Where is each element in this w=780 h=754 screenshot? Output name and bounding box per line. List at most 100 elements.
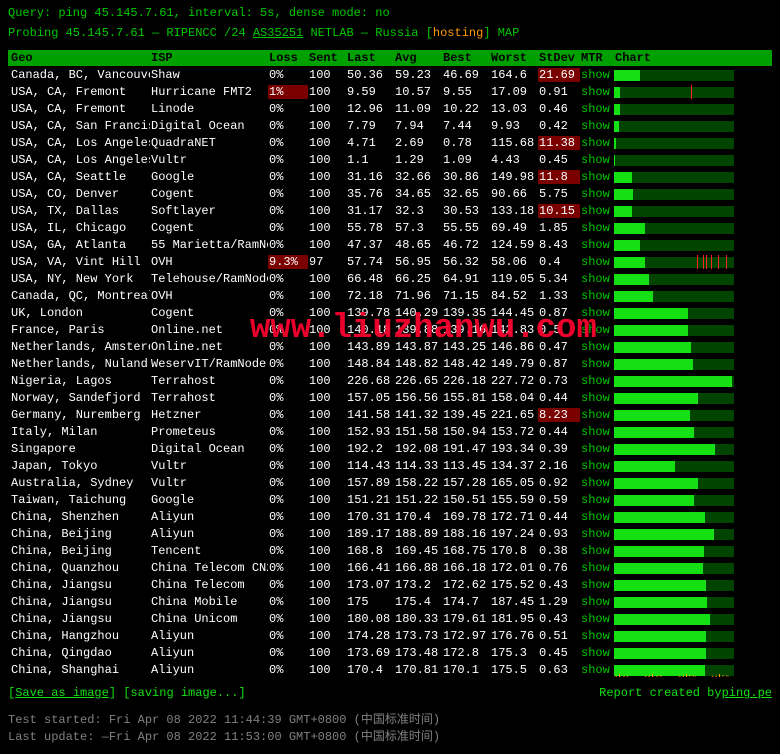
asn-link[interactable]: AS35251 (253, 26, 303, 40)
mtr-show-link[interactable]: show (580, 136, 614, 150)
mtr-show-link[interactable]: show (580, 323, 614, 337)
loss-cell: 0% (268, 578, 308, 592)
latency-chart (614, 306, 734, 320)
mtr-show-link[interactable]: show (580, 544, 614, 558)
isp-cell: China Telecom CN2 (150, 561, 268, 575)
mtr-show-link[interactable]: show (580, 391, 614, 405)
mtr-show-link[interactable]: show (580, 527, 614, 541)
mtr-show-link[interactable]: show (580, 408, 614, 422)
mtr-show-link[interactable]: show (580, 153, 614, 167)
mtr-show-link[interactable]: show (580, 510, 614, 524)
latency-chart (614, 374, 734, 388)
mtr-show-link[interactable]: show (580, 255, 614, 269)
table-row: Nigeria, LagosTerrahost0%100226.68226.65… (8, 372, 772, 389)
col-chart[interactable]: Chart (614, 51, 734, 65)
mtr-show-link[interactable]: show (580, 187, 614, 201)
sent-cell: 100 (308, 340, 346, 354)
best-cell: 113.45 (442, 459, 490, 473)
mtr-show-link[interactable]: show (580, 595, 614, 609)
mtr-show-link[interactable]: show (580, 340, 614, 354)
avg-cell: 139.88 (394, 323, 442, 337)
geo-cell: Singapore (10, 442, 150, 456)
isp-cell: Tencent (150, 544, 268, 558)
col-worst[interactable]: Worst (490, 51, 538, 65)
best-cell: 30.86 (442, 170, 490, 184)
latency-chart (614, 136, 734, 150)
sent-cell: 100 (308, 442, 346, 456)
sent-cell: 100 (308, 85, 346, 99)
col-isp[interactable]: ISP (150, 51, 268, 65)
mtr-show-link[interactable]: show (580, 612, 614, 626)
geo-cell: Canada, QC, Montreal (10, 289, 150, 303)
mtr-show-link[interactable]: show (580, 663, 614, 677)
geo-cell: Germany, Nuremberg (10, 408, 150, 422)
table-row: USA, CA, FremontLinode0%10012.9611.0910.… (8, 100, 772, 117)
mtr-show-link[interactable]: show (580, 476, 614, 490)
col-mtr[interactable]: MTR (580, 51, 614, 65)
geo-cell: Taiwan, Taichung (10, 493, 150, 507)
mtr-show-link[interactable]: show (580, 459, 614, 473)
last-cell: 7.79 (346, 119, 394, 133)
stdev-cell: 10.15 (538, 204, 580, 218)
last-cell: 66.48 (346, 272, 394, 286)
avg-cell: 114.33 (394, 459, 442, 473)
geo-cell: USA, NY, New York (10, 272, 150, 286)
col-last[interactable]: Last (346, 51, 394, 65)
col-sent[interactable]: Sent (308, 51, 346, 65)
geo-cell: USA, TX, Dallas (10, 204, 150, 218)
worst-cell: 149.79 (490, 357, 538, 371)
mtr-show-link[interactable]: show (580, 102, 614, 116)
col-geo[interactable]: Geo (10, 51, 150, 65)
loss-cell: 1% (268, 85, 308, 99)
mtr-show-link[interactable]: show (580, 170, 614, 184)
mtr-show-link[interactable]: show (580, 629, 614, 643)
mtr-show-link[interactable]: show (580, 425, 614, 439)
isp-cell: Aliyun (150, 510, 268, 524)
worst-cell: 197.24 (490, 527, 538, 541)
mtr-show-link[interactable]: show (580, 442, 614, 456)
sent-cell: 100 (308, 323, 346, 337)
table-row: France, ParisOnline.net0%100140.18139.88… (8, 321, 772, 338)
table-row: USA, CA, San FranciscoDigital Ocean0%100… (8, 117, 772, 134)
sent-cell: 100 (308, 204, 346, 218)
worst-cell: 149.98 (490, 170, 538, 184)
sent-cell: 100 (308, 544, 346, 558)
geo-cell: USA, CO, Denver (10, 187, 150, 201)
worst-cell: 172.01 (490, 561, 538, 575)
last-cell: 168.8 (346, 544, 394, 558)
pingpe-link[interactable]: ping.pe (722, 686, 772, 700)
query-line: Query: ping 45.145.7.61, interval: 5s, d… (8, 6, 772, 20)
avg-cell: 59.23 (394, 68, 442, 82)
table-row: USA, CA, Los AngelesQuadraNET0%1004.712.… (8, 134, 772, 151)
mtr-show-link[interactable]: show (580, 204, 614, 218)
loss-cell: 0% (268, 612, 308, 626)
mtr-show-link[interactable]: show (580, 561, 614, 575)
col-avg[interactable]: Avg (394, 51, 442, 65)
save-as-image-link[interactable]: Save as image (15, 686, 109, 700)
col-stdev[interactable]: StDev (538, 51, 580, 65)
table-row: China, BeijingAliyun0%100189.17188.89188… (8, 525, 772, 542)
mtr-show-link[interactable]: show (580, 374, 614, 388)
geo-cell: Japan, Tokyo (10, 459, 150, 473)
isp-cell: Cogent (150, 221, 268, 235)
geo-cell: USA, CA, Los Angeles (10, 136, 150, 150)
mtr-show-link[interactable]: show (580, 221, 614, 235)
col-best[interactable]: Best (442, 51, 490, 65)
mtr-show-link[interactable]: show (580, 289, 614, 303)
geo-cell: China, Shanghai (10, 663, 150, 677)
mtr-show-link[interactable]: show (580, 272, 614, 286)
sent-cell: 100 (308, 136, 346, 150)
mtr-show-link[interactable]: show (580, 68, 614, 82)
mtr-show-link[interactable]: show (580, 119, 614, 133)
mtr-show-link[interactable]: show (580, 306, 614, 320)
map-link[interactable]: MAP (491, 26, 520, 40)
mtr-show-link[interactable]: show (580, 493, 614, 507)
mtr-show-link[interactable]: show (580, 646, 614, 660)
mtr-show-link[interactable]: show (580, 85, 614, 99)
mtr-show-link[interactable]: show (580, 238, 614, 252)
mtr-show-link[interactable]: show (580, 578, 614, 592)
isp-cell: Shaw (150, 68, 268, 82)
mtr-show-link[interactable]: show (580, 357, 614, 371)
latency-chart (614, 595, 734, 609)
col-loss[interactable]: Loss (268, 51, 308, 65)
